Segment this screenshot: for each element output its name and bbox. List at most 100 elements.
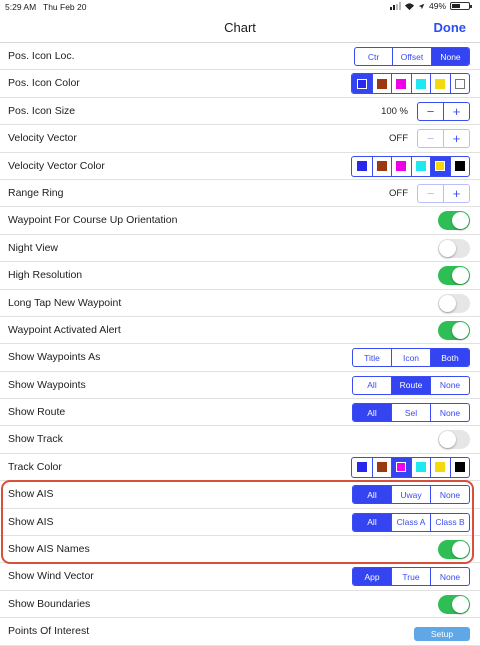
setting-row-show-route: Show Route All Sel None (0, 399, 480, 427)
setting-label: Points Of Interest (8, 625, 90, 638)
setting-control (438, 540, 470, 560)
pos-icon-loc-option-none[interactable]: None (431, 48, 469, 65)
setting-label: Show AIS Names (8, 543, 90, 556)
setting-row-pos-icon-loc: Pos. Icon Loc. Ctr Offset None (0, 43, 480, 71)
color-swatch-1[interactable] (352, 458, 372, 477)
signal-icon (389, 2, 401, 10)
show-ais-option-none[interactable]: None (430, 486, 469, 504)
setting-row-waypoint-activated-alert: Waypoint Activated Alert (0, 317, 480, 345)
show-wind-vector-option-none[interactable]: None (430, 568, 469, 586)
setting-label: Velocity Vector (8, 132, 77, 145)
toggle-knob (452, 541, 469, 559)
color-square (356, 462, 367, 473)
show-ais-2-option-all[interactable]: All (353, 513, 391, 531)
show-ais-option-all[interactable]: All (353, 486, 391, 504)
show-track-toggle[interactable] (438, 430, 470, 450)
show-waypoints-as-option-both[interactable]: Both (430, 349, 469, 367)
setting-control (438, 238, 470, 258)
color-swatch-4[interactable] (410, 457, 431, 477)
decrement-button[interactable]: − (418, 130, 443, 147)
color-square (415, 161, 426, 172)
setting-control: Ctr Offset None (354, 47, 470, 66)
color-swatch-4[interactable] (410, 156, 431, 176)
setting-row-show-wind-vector: Show Wind Vector App True None (0, 563, 480, 591)
color-swatch-2[interactable] (371, 74, 392, 94)
color-swatch-5[interactable] (430, 457, 450, 477)
battery-icon (450, 2, 472, 10)
location-arrow-icon (418, 3, 425, 9)
color-swatch-6[interactable] (449, 457, 470, 477)
done-button[interactable]: Done (434, 20, 467, 35)
show-wind-vector-option-app[interactable]: App (353, 568, 391, 586)
show-ais-2-option-class-b[interactable]: Class B (430, 513, 469, 531)
setting-control: All Sel None (352, 403, 470, 423)
pos-icon-loc-segmented-control: Ctr Offset None (354, 47, 470, 66)
setting-label: Waypoint For Course Up Orientation (8, 214, 178, 227)
show-waypoints-as-option-title[interactable]: Title (353, 349, 391, 366)
pos-icon-loc-option-offset[interactable]: Offset (392, 48, 431, 65)
navigation-bar: Chart Done (0, 14, 480, 43)
show-waypoints-option-none[interactable]: None (430, 376, 469, 394)
color-swatch-3[interactable] (391, 74, 411, 94)
color-swatch-3[interactable] (391, 156, 411, 176)
show-route-segmented-control: All Sel None (352, 403, 470, 423)
color-square (356, 78, 367, 89)
increment-button[interactable]: + (443, 102, 469, 120)
show-waypoints-option-all[interactable]: All (353, 377, 391, 394)
show-boundaries-toggle[interactable] (438, 594, 470, 614)
color-swatch-2[interactable] (371, 457, 392, 477)
pos-icon-size-value: 100 % (381, 105, 408, 117)
show-route-option-none[interactable]: None (430, 404, 469, 422)
color-swatch-5[interactable] (430, 156, 450, 176)
color-swatch-1[interactable] (352, 157, 372, 176)
show-ais-names-toggle[interactable] (438, 540, 470, 560)
color-swatch-4[interactable] (410, 74, 431, 94)
show-waypoints-segmented-control: All Route None (352, 375, 470, 395)
show-route-option-sel[interactable]: Sel (391, 404, 430, 422)
show-wind-vector-segmented-control: App True None (352, 567, 470, 587)
color-swatch-6[interactable] (449, 156, 470, 176)
night-view-toggle[interactable] (438, 238, 470, 258)
setting-control: 100 % − + (381, 101, 470, 121)
show-waypoints-option-route[interactable]: Route (391, 376, 430, 394)
show-route-option-all[interactable]: All (353, 404, 391, 422)
color-swatch-6[interactable] (449, 74, 470, 94)
setting-label: Night View (8, 241, 58, 254)
velocity-vector-color-color-picker (351, 155, 470, 177)
long-tap-new-waypoint-toggle[interactable] (438, 293, 470, 313)
toggle-knob (439, 239, 456, 257)
decrement-button[interactable]: − (418, 103, 443, 120)
velocity-vector-stepper: − + (417, 129, 470, 149)
status-date: Thu Feb 20 (43, 2, 87, 12)
increment-button[interactable]: + (443, 184, 469, 202)
range-ring-stepper: − + (417, 183, 470, 203)
setting-label: Show AIS (8, 515, 54, 528)
increment-button[interactable]: + (443, 130, 469, 148)
waypoint-activated-alert-toggle[interactable] (438, 320, 470, 340)
show-waypoints-as-option-icon[interactable]: Icon (391, 349, 430, 367)
setting-label: Velocity Vector Color (8, 159, 105, 172)
pos-icon-loc-option-ctr[interactable]: Ctr (355, 48, 392, 65)
color-swatch-3[interactable] (391, 457, 411, 477)
show-ais-option-uway[interactable]: Uway (391, 486, 430, 504)
show-waypoints-as-segmented-control: Title Icon Both (352, 348, 470, 368)
show-wind-vector-option-true[interactable]: True (391, 568, 430, 586)
waypoint-for-course-up-orientation-toggle[interactable] (438, 211, 470, 231)
setting-row-show-track: Show Track (0, 426, 480, 454)
show-ais-2-option-class-a[interactable]: Class A (391, 513, 430, 531)
setting-label: Pos. Icon Size (8, 104, 76, 117)
setting-row-pos-icon-size: Pos. Icon Size 100 % − + (0, 98, 480, 126)
battery-percent: 49% (428, 1, 446, 11)
setting-row-high-resolution: High Resolution (0, 262, 480, 290)
decrement-button[interactable]: − (418, 185, 443, 202)
setting-row-velocity-vector-color: Velocity Vector Color (0, 153, 480, 180)
setting-control (438, 320, 470, 340)
setting-control (351, 73, 470, 95)
high-resolution-toggle[interactable] (438, 266, 470, 286)
color-swatch-2[interactable] (371, 156, 392, 176)
color-square (435, 78, 446, 89)
points-of-interest-setup-button[interactable]: Setup (414, 626, 470, 641)
color-swatch-5[interactable] (430, 74, 450, 94)
color-swatch-1[interactable] (352, 74, 372, 94)
setting-row-velocity-vector: Velocity Vector OFF − + (0, 125, 480, 153)
